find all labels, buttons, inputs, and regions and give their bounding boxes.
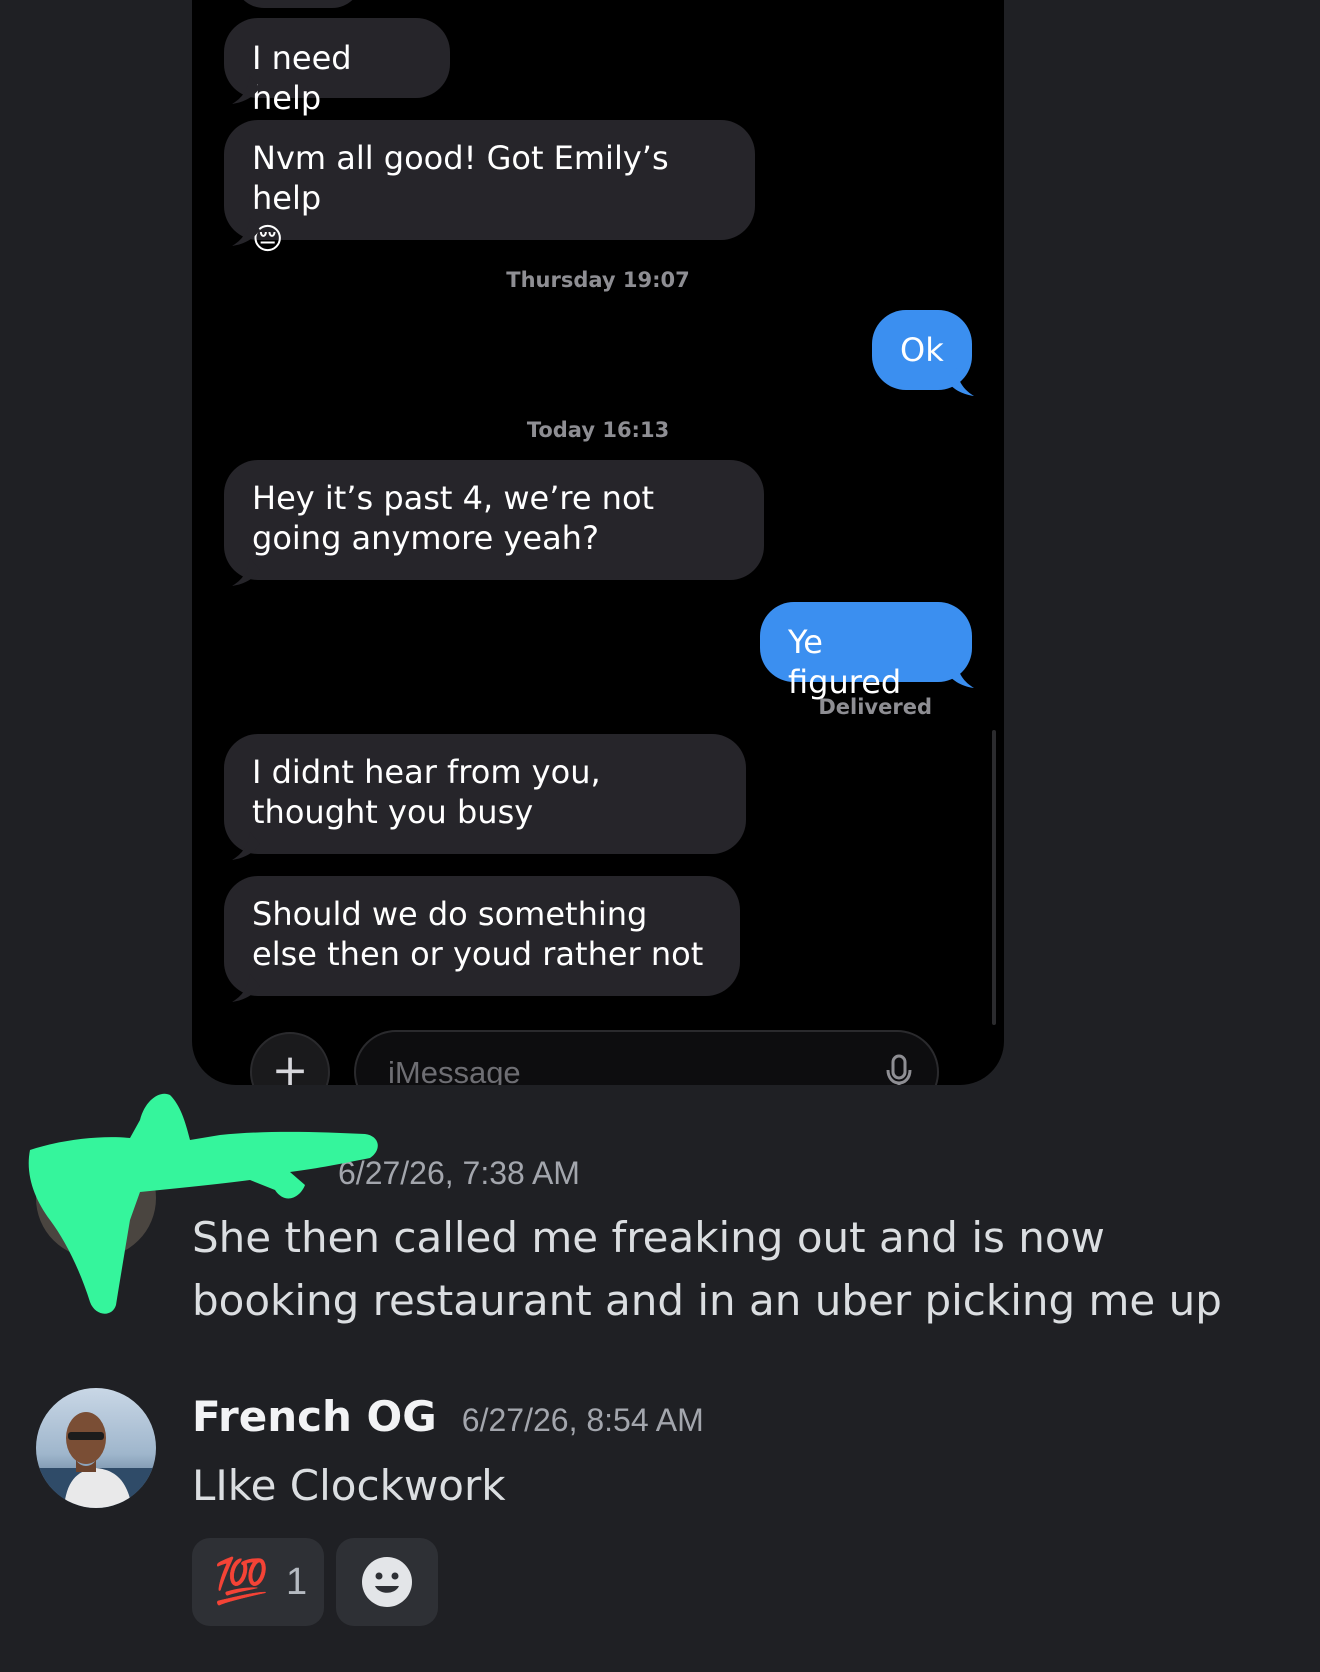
bubble-tail-icon (232, 76, 260, 104)
outgoing-message: Ye figured (760, 602, 974, 701)
timestamp-divider: Today 16:13 (526, 418, 670, 442)
message-header: French OG 6/27/26, 8:54 AM (192, 1392, 704, 1441)
bubble-tail-icon (946, 660, 974, 688)
message-text: Nvm all good! Got Emily’s help 😔 (252, 139, 669, 257)
imessage-screenshot: I need help Nvm all good! Got Emily’s he… (192, 0, 1004, 1085)
plus-icon: + (271, 1045, 309, 1085)
message-text: Should we do something else then or youd… (252, 895, 704, 973)
message-text: Hey it’s past 4, we’re not going anymore… (252, 479, 655, 557)
message-text: Ye figured (788, 623, 902, 701)
avatar[interactable] (36, 1388, 156, 1508)
add-reaction-button[interactable] (336, 1538, 438, 1626)
message-text: Ok (900, 331, 944, 369)
add-attachment-button[interactable]: + (250, 1032, 330, 1085)
bubble-tail-icon (232, 558, 260, 586)
reaction-count: 1 (286, 1561, 308, 1603)
incoming-message: Should we do something else then or youd… (224, 876, 740, 1002)
incoming-message: I need help (224, 18, 450, 117)
smiley-add-icon (362, 1557, 412, 1607)
bubble-tail-icon (232, 832, 260, 860)
imessage-input-field[interactable] (354, 1030, 939, 1085)
message-timestamp: 6/27/26, 8:54 AM (461, 1402, 704, 1438)
delivered-status: Delivered (818, 695, 932, 719)
outgoing-message: Ok (872, 310, 974, 396)
message-text: I didnt hear from you, thought you busy (252, 753, 601, 831)
cropped-bubble (234, 0, 362, 8)
message-input[interactable] (386, 1052, 870, 1085)
incoming-message: Hey it’s past 4, we’re not going anymore… (224, 460, 764, 586)
reaction-hundred[interactable]: 💯 1 (192, 1538, 324, 1626)
bubble-tail-icon (946, 368, 974, 396)
incoming-message: I didnt hear from you, thought you busy (224, 734, 746, 860)
redaction-scribble (28, 1093, 378, 1314)
hundred-points-icon: 💯 (214, 1556, 269, 1607)
scrollbar[interactable] (992, 730, 996, 1025)
user-photo-icon (36, 1388, 156, 1508)
bubble-tail-icon (232, 974, 260, 1002)
bubble-tail-icon (232, 218, 260, 246)
username[interactable]: French OG (192, 1392, 437, 1441)
microphone-icon[interactable] (885, 1054, 913, 1085)
timestamp-divider: Thursday 19:07 (506, 268, 690, 292)
message-text: I need help (252, 39, 352, 117)
message-content: LIke Clockwork (192, 1461, 506, 1510)
incoming-message: Nvm all good! Got Emily’s help 😔 (224, 120, 755, 257)
